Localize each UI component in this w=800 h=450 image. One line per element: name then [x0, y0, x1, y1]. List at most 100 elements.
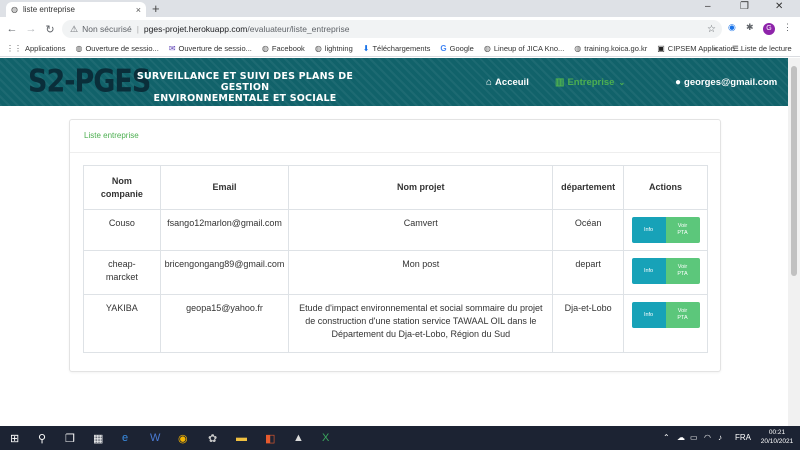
scrollbar-thumb[interactable] [791, 66, 797, 276]
view-pta-line2: PTA [677, 230, 688, 236]
cloud-icon[interactable]: ☁ [677, 433, 685, 442]
view-pta-line1: Voir [677, 264, 688, 270]
cell-company: cheap- marcket [83, 250, 161, 295]
table-row: YAKIBA geopa15@yahoo.fr Etude d'impact e… [83, 294, 708, 353]
bookmark-item[interactable]: ◍ Ouverture de sessio... [75, 44, 158, 53]
pdf-icon[interactable]: ◧ [265, 432, 275, 445]
nav-company-label: Entreprise [567, 77, 615, 88]
cell-email: bricengongang89@gmail.com [159, 250, 290, 295]
bookmark-item[interactable]: ⬇ Téléchargements [363, 44, 431, 53]
bookmark-item[interactable]: ◍ lightning [315, 44, 353, 53]
minimize-button[interactable]: – [705, 1, 711, 12]
cell-email: fsango12marlon@gmail.com [159, 209, 290, 251]
col-header-company-line2: companie [100, 188, 143, 199]
info-button[interactable]: Info [631, 258, 666, 284]
bookmark-item[interactable]: ▣ CIPSEM Application... [657, 44, 741, 53]
bookmark-label: Ouverture de sessio... [178, 44, 252, 53]
globe-icon: ◍ [314, 44, 322, 53]
card-divider [70, 152, 720, 153]
table-row: Couso fsango12marlon@gmail.com Camvert O… [83, 209, 708, 251]
bookmark-label: lightning [324, 44, 353, 53]
globe-icon: ◍ [261, 44, 269, 53]
reading-list-button[interactable]: ☰ Liste de lecture [732, 44, 792, 53]
col-header-email: Email [159, 165, 290, 210]
bookmark-item[interactable]: ✉ Ouverture de sessio... [169, 44, 252, 53]
reading-list-label: Liste de lecture [740, 44, 792, 53]
tab-close-icon[interactable]: × [136, 5, 141, 15]
app-icon[interactable]: ✿ [208, 432, 217, 445]
view-pta-button[interactable]: Voir PTA [665, 217, 700, 243]
bookmark-item[interactable]: ◍ Lineup of JICA Kno... [484, 44, 564, 53]
excel-icon[interactable]: X [322, 432, 329, 444]
warning-icon: ⚠ [70, 23, 79, 34]
tray-chevron-icon[interactable]: ⌃ [663, 433, 670, 442]
cell-company-text: cheap- marcket [105, 259, 138, 282]
extension-icon[interactable]: ◉ [728, 22, 736, 33]
volume-icon[interactable]: ♪ [718, 433, 722, 442]
word-icon[interactable]: W [150, 432, 160, 444]
cell-actions: Info Voir PTA [623, 209, 708, 251]
system-clock[interactable]: 00:21 20/10/2021 [758, 428, 796, 446]
cell-department: Dja-et-Lobo [552, 294, 625, 353]
back-arrow-icon[interactable]: ← [5, 23, 19, 35]
view-pta-line2: PTA [677, 315, 688, 321]
reading-list-icon: ☰ [732, 44, 741, 53]
task-view-icon[interactable]: ❐ [65, 432, 75, 445]
cell-project: Mon post [288, 250, 554, 295]
bookmark-label: training.koica.go.kr [584, 44, 648, 53]
globe-icon: ◍ [483, 44, 491, 53]
search-icon[interactable]: ⚲ [38, 432, 46, 445]
col-header-department: département [552, 165, 625, 210]
view-pta-button[interactable]: Voir PTA [665, 258, 700, 284]
store-icon[interactable]: ▦ [93, 432, 103, 445]
windows-start-icon[interactable]: ⊞ [10, 432, 19, 445]
forward-arrow-icon[interactable]: → [24, 23, 38, 35]
address-bar[interactable]: ⚠ Non sécurisé | pges-projet.herokuapp.c… [62, 20, 722, 38]
user-icon: ● [675, 77, 682, 88]
col-header-actions: Actions [623, 165, 708, 210]
user-menu[interactable]: ● georges@gmail.com [675, 77, 777, 88]
bookmark-star-icon[interactable]: ☆ [707, 24, 716, 35]
battery-icon[interactable]: ▭ [690, 433, 698, 442]
bookmark-label: CIPSEM Application... [667, 44, 742, 53]
new-tab-button[interactable]: + [152, 1, 160, 16]
chevron-down-icon: ⌄ [618, 78, 626, 87]
bookmark-item[interactable]: ◍ Facebook [262, 44, 305, 53]
network-icon[interactable]: ◠ [704, 433, 711, 442]
view-pta-button[interactable]: Voir PTA [665, 302, 700, 328]
photos-icon[interactable]: ▲ [293, 432, 304, 444]
bookmark-label: Facebook [271, 44, 305, 53]
close-window-button[interactable]: ✕ [775, 1, 783, 12]
company-table: Nom companie Email Nom projet départemen… [83, 165, 708, 353]
menu-dots-icon[interactable]: ⋮ [783, 22, 792, 33]
edge-icon[interactable]: e [122, 432, 128, 444]
app-header: S2-PGES SURVEILLANCE ET SUIVI DES PLANS … [0, 58, 788, 106]
address-separator: | [136, 24, 139, 34]
puzzle-icon[interactable]: ✱ [746, 22, 754, 33]
browser-tab-title: liste entreprise [22, 5, 76, 14]
info-button[interactable]: Info [631, 302, 666, 328]
url-path: /evaluateur/liste_entreprise [247, 24, 350, 34]
info-button[interactable]: Info [631, 217, 666, 243]
browser-tab[interactable]: ◍ liste entreprise × [6, 2, 146, 17]
nav-company-dropdown[interactable]: ▥ Entreprise ⌄ [555, 77, 625, 88]
bookmark-item[interactable]: G Google [440, 44, 473, 53]
card-title: Liste entreprise [84, 131, 139, 140]
page-scrollbar[interactable] [788, 58, 800, 426]
restore-button[interactable]: ❐ [740, 1, 749, 12]
clock-time: 00:21 [768, 429, 786, 436]
language-indicator[interactable]: FRA [735, 433, 751, 442]
file-explorer-icon[interactable]: ▬ [236, 432, 247, 444]
bookmark-label: Applications [25, 44, 66, 53]
app-title-line1: SURVEILLANCE ET SUIVI DES PLANS DE GESTI… [136, 71, 354, 93]
apps-icon: ⋮⋮ [6, 44, 22, 53]
profile-avatar[interactable]: G [763, 23, 775, 35]
download-icon: ⬇ [362, 44, 370, 53]
bookmarks-more-button[interactable]: » [713, 44, 717, 53]
reload-icon[interactable]: ↻ [43, 23, 57, 36]
chrome-icon[interactable]: ◉ [178, 432, 188, 445]
company-icon: ▥ [555, 77, 565, 88]
bookmark-item[interactable]: ◍ training.koica.go.kr [574, 44, 647, 53]
nav-home[interactable]: ⌂ Acceuil [486, 77, 529, 88]
bookmark-item[interactable]: ⋮⋮ Applications [6, 44, 65, 53]
